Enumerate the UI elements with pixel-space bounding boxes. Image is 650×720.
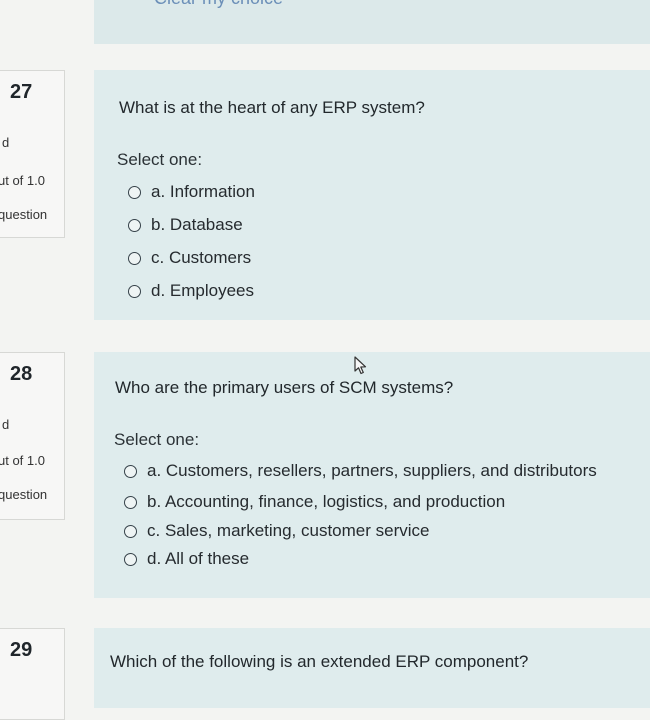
option-label: b. Database — [151, 215, 243, 234]
question-card-29: Which of the following is an extended ER… — [94, 628, 650, 708]
question-status: d — [2, 135, 10, 150]
question-number: 29 — [10, 639, 33, 661]
option-label: c. Sales, marketing, customer service — [147, 521, 430, 540]
answer-option-c[interactable]: c. Sales, marketing, customer service — [124, 521, 429, 541]
radio-button[interactable] — [128, 284, 141, 298]
select-one-prompt: Select one: — [114, 430, 200, 449]
question-info-28: 28 d ut of 1.0 question — [0, 352, 65, 520]
mouse-pointer-icon — [354, 356, 367, 375]
select-one-prompt: Select one: — [117, 150, 203, 169]
option-label: d. Employees — [151, 281, 254, 300]
question-info-27: 27 d ut of 1.0 question — [0, 70, 65, 238]
previous-question-footer: Clear my choice — [94, 0, 650, 44]
answer-option-a[interactable]: a. Information — [128, 182, 255, 202]
answer-option-d[interactable]: d. Employees — [128, 281, 254, 301]
radio-button[interactable] — [128, 185, 141, 199]
question-mark: ut of 1.0 — [0, 453, 45, 468]
radio-button[interactable] — [124, 552, 137, 566]
question-info-29: 29 — [0, 628, 65, 720]
question-text: Who are the primary users of SCM systems… — [115, 378, 454, 397]
option-label: b. Accounting, finance, logistics, and p… — [147, 492, 506, 511]
radio-button[interactable] — [124, 495, 137, 509]
option-label: d. All of these — [147, 549, 250, 568]
question-status: d — [2, 417, 10, 432]
question-number: 27 — [10, 81, 33, 103]
answer-option-b[interactable]: b. Accounting, finance, logistics, and p… — [124, 492, 505, 512]
answer-option-a[interactable]: a. Customers, resellers, partners, suppl… — [124, 461, 597, 481]
answer-option-c[interactable]: c. Customers — [128, 248, 251, 268]
answer-option-d[interactable]: d. All of these — [124, 549, 249, 569]
option-label: a. Information — [151, 182, 255, 201]
option-label: c. Customers — [151, 248, 252, 267]
question-text: Which of the following is an extended ER… — [110, 652, 529, 671]
option-label: a. Customers, resellers, partners, suppl… — [147, 461, 597, 480]
flag-question-link[interactable]: question — [0, 207, 47, 222]
question-card-28: Who are the primary users of SCM systems… — [94, 352, 650, 598]
radio-button[interactable] — [128, 251, 141, 265]
question-text: What is at the heart of any ERP system? — [119, 98, 425, 117]
radio-button[interactable] — [128, 218, 141, 232]
question-card-27: What is at the heart of any ERP system? … — [94, 70, 650, 320]
radio-button[interactable] — [124, 524, 137, 538]
question-number: 28 — [10, 363, 33, 385]
radio-button[interactable] — [124, 464, 137, 478]
answer-option-b[interactable]: b. Database — [128, 215, 243, 235]
clear-choice-link[interactable]: Clear my choice — [154, 0, 283, 9]
question-mark: ut of 1.0 — [0, 173, 45, 188]
flag-question-link[interactable]: question — [0, 487, 47, 502]
